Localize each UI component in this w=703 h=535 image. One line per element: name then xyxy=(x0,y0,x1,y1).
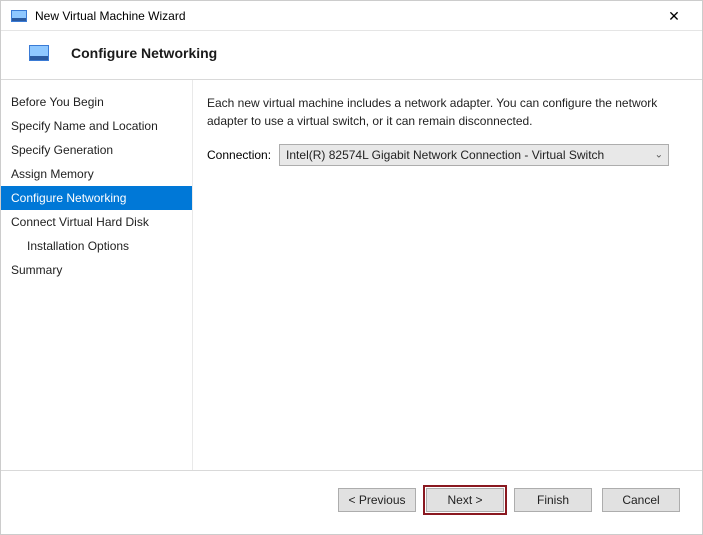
sidebar-item-label: Summary xyxy=(11,263,62,277)
connection-label: Connection: xyxy=(207,148,271,162)
sidebar-item-installation-options[interactable]: Installation Options xyxy=(1,234,192,258)
sidebar-item-label: Assign Memory xyxy=(11,167,94,181)
app-icon xyxy=(11,10,27,22)
connection-row: Connection: Intel(R) 82574L Gigabit Netw… xyxy=(207,144,688,166)
connection-select[interactable]: Intel(R) 82574L Gigabit Network Connecti… xyxy=(279,144,669,166)
sidebar-item-label: Connect Virtual Hard Disk xyxy=(11,215,149,229)
wizard-icon xyxy=(29,45,49,61)
sidebar-item-label: Configure Networking xyxy=(11,191,126,205)
titlebar: New Virtual Machine Wizard ✕ xyxy=(1,1,702,31)
sidebar-item-configure-networking[interactable]: Configure Networking xyxy=(1,186,192,210)
previous-button[interactable]: < Previous xyxy=(338,488,416,512)
close-button[interactable]: ✕ xyxy=(654,1,694,31)
cancel-button[interactable]: Cancel xyxy=(602,488,680,512)
wizard-steps-sidebar: Before You Begin Specify Name and Locati… xyxy=(1,80,193,470)
page-title: Configure Networking xyxy=(71,45,217,61)
sidebar-item-specify-name[interactable]: Specify Name and Location xyxy=(1,114,192,138)
sidebar-item-label: Installation Options xyxy=(27,239,129,253)
connection-select-value: Intel(R) 82574L Gigabit Network Connecti… xyxy=(279,144,669,166)
sidebar-item-connect-vhd[interactable]: Connect Virtual Hard Disk xyxy=(1,210,192,234)
window-title: New Virtual Machine Wizard xyxy=(35,9,186,23)
sidebar-item-label: Before You Begin xyxy=(11,95,104,109)
sidebar-item-label: Specify Name and Location xyxy=(11,119,158,133)
finish-button[interactable]: Finish xyxy=(514,488,592,512)
sidebar-item-specify-generation[interactable]: Specify Generation xyxy=(1,138,192,162)
description-text: Each new virtual machine includes a netw… xyxy=(207,94,688,130)
main-panel: Each new virtual machine includes a netw… xyxy=(193,80,702,470)
button-row: < Previous Next > Finish Cancel xyxy=(1,470,702,528)
close-icon: ✕ xyxy=(668,9,680,23)
sidebar-item-assign-memory[interactable]: Assign Memory xyxy=(1,162,192,186)
sidebar-item-label: Specify Generation xyxy=(11,143,113,157)
wizard-header: Configure Networking xyxy=(1,31,702,80)
next-button[interactable]: Next > xyxy=(426,488,504,512)
sidebar-item-summary[interactable]: Summary xyxy=(1,258,192,282)
sidebar-item-before-you-begin[interactable]: Before You Begin xyxy=(1,90,192,114)
content-area: Before You Begin Specify Name and Locati… xyxy=(1,80,702,470)
